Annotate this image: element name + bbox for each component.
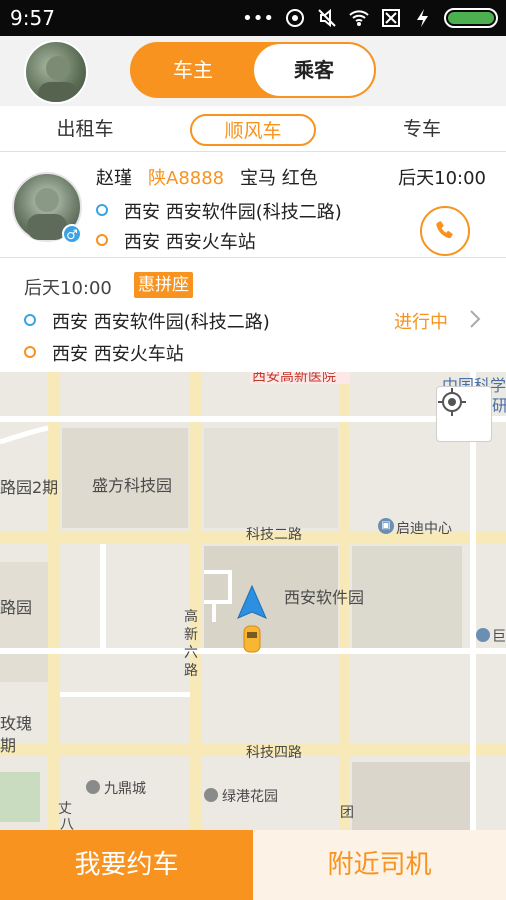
sim-icon — [382, 9, 400, 27]
tab-rideshare[interactable]: 顺风车 — [190, 114, 316, 146]
role-owner-tab[interactable]: 车主 — [132, 44, 254, 96]
tab-private-car[interactable]: 专车 — [380, 114, 464, 146]
role-switch: 车主 乘客 — [130, 42, 376, 98]
locate-button[interactable] — [436, 386, 492, 442]
call-button[interactable] — [420, 206, 470, 256]
map-block — [352, 762, 472, 830]
map-label-keji4: 科技四路 — [246, 745, 302, 761]
order-card[interactable]: 后天10:00 惠拼座 西安 西安软件园(科技二路) 进行中 西安 西安火车站 — [0, 260, 506, 372]
role-passenger-tab[interactable]: 乘客 — [254, 44, 374, 96]
order-time: 后天10:00 — [24, 278, 112, 299]
map-label-hospital: 西安高新医院 — [252, 372, 336, 385]
map-label-ju: 巨 — [492, 629, 506, 645]
book-ride-button[interactable]: 我要约车 — [0, 830, 253, 900]
map-label-tuan: 团 — [340, 805, 354, 821]
order-origin-dot-icon — [24, 314, 36, 326]
map-label-jiuding: 九鼎城 — [104, 781, 146, 797]
map-label-software-park: 西安软件园 — [284, 588, 365, 607]
status-time: 9:57 — [10, 6, 55, 30]
map-block — [204, 428, 338, 528]
map-road — [0, 416, 506, 422]
map-label-gaoxin6: 高新六路 — [184, 609, 198, 679]
building-icon — [86, 780, 100, 794]
map-road — [48, 372, 60, 830]
map-label-luyuan2: 路园2期 — [0, 478, 59, 497]
destination-dot-icon — [96, 234, 108, 246]
order-status: 进行中 — [394, 312, 448, 333]
map-road — [60, 692, 190, 697]
map-road — [190, 372, 202, 830]
map-block — [0, 562, 48, 682]
carpool-badge: 惠拼座 — [134, 272, 193, 298]
driver-card[interactable]: ♂ 赵瑾 陕A8888 宝马 红色 后天10:00 西安 西安软件园(科技二路)… — [0, 152, 506, 258]
mute-icon — [318, 8, 336, 28]
bottom-bar: 我要约车 附近司机 — [0, 830, 506, 900]
user-avatar[interactable] — [24, 40, 88, 104]
map-label-qi: 期 — [0, 736, 17, 755]
map-label-qidi: 启迪中心 — [396, 521, 452, 537]
map-label-ba: 八 — [60, 817, 74, 830]
map-label-keji2: 科技二路 — [246, 527, 302, 543]
building-icon — [204, 788, 218, 802]
status-icons: ••• — [242, 6, 498, 30]
license-plate: 陕A8888 — [148, 168, 225, 189]
order-origin-address: 西安 西安软件园(科技二路) — [52, 312, 270, 333]
status-bar: 9:57 ••• — [0, 0, 506, 36]
male-icon: ♂ — [62, 224, 82, 244]
map-view[interactable]: 西安高新医院 中国科学 球环境研 盛方科技园 路园2期 启迪中心 ▣ 科技二路 … — [0, 372, 506, 830]
building-icon — [476, 628, 490, 642]
nearby-drivers-button[interactable]: 附近司机 — [253, 830, 506, 900]
battery-icon — [444, 8, 498, 28]
header: 车主 乘客 — [0, 36, 506, 106]
driver-name: 赵瑾 — [96, 168, 132, 189]
crosshair-icon — [438, 388, 466, 416]
order-destination-dot-icon — [24, 346, 36, 358]
phone-icon — [436, 221, 453, 239]
wifi-icon — [349, 10, 369, 26]
ring-icon — [286, 9, 304, 27]
chevron-right-icon — [470, 310, 481, 328]
order-destination-address: 西安 西安火车站 — [52, 344, 184, 365]
map-park — [0, 772, 40, 822]
map-label-shengfang: 盛方科技园 — [92, 476, 173, 495]
map-label-lvgang: 绿港花园 — [222, 789, 278, 805]
car-description: 宝马 红色 — [240, 168, 318, 189]
tab-taxi[interactable]: 出租车 — [40, 114, 130, 146]
map-label-luyuan: 路园 — [0, 598, 33, 617]
map-road — [100, 544, 106, 654]
departure-time: 后天10:00 — [398, 168, 486, 189]
building-icon: ▣ — [378, 518, 394, 534]
more-icon: ••• — [242, 7, 274, 29]
charging-icon — [417, 9, 428, 27]
destination-address: 西安 西安火车站 — [124, 232, 256, 253]
origin-dot-icon — [96, 204, 108, 216]
origin-address: 西安 西安软件园(科技二路) — [124, 202, 342, 223]
map-label-meigui: 玫瑰 — [0, 714, 33, 733]
service-tabs: 出租车 顺风车 专车 — [0, 106, 506, 152]
map-block — [352, 546, 462, 652]
